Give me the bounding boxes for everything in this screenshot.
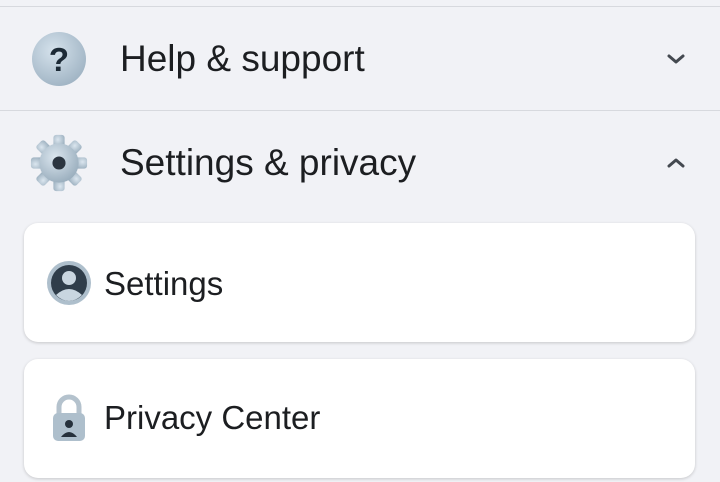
settings-privacy-label: Settings & privacy bbox=[120, 142, 417, 183]
svg-text:?: ? bbox=[49, 41, 69, 78]
chevron-up-icon[interactable] bbox=[662, 149, 690, 177]
chevron-down-icon[interactable] bbox=[662, 45, 690, 73]
privacy-center-item-label: Privacy Center bbox=[104, 399, 321, 436]
privacy-center-item[interactable]: Privacy Center bbox=[24, 359, 695, 478]
help-support-label: Help & support bbox=[120, 38, 365, 79]
gear-icon bbox=[30, 134, 88, 192]
settings-privacy-row[interactable]: Settings & privacy bbox=[0, 111, 720, 215]
help-support-row[interactable]: ? Help & support bbox=[0, 7, 720, 111]
question-icon: ? bbox=[30, 30, 88, 88]
lock-icon bbox=[46, 394, 92, 441]
profile-icon bbox=[46, 260, 92, 306]
settings-item[interactable]: Settings bbox=[24, 223, 695, 342]
settings-item-label: Settings bbox=[104, 265, 224, 302]
